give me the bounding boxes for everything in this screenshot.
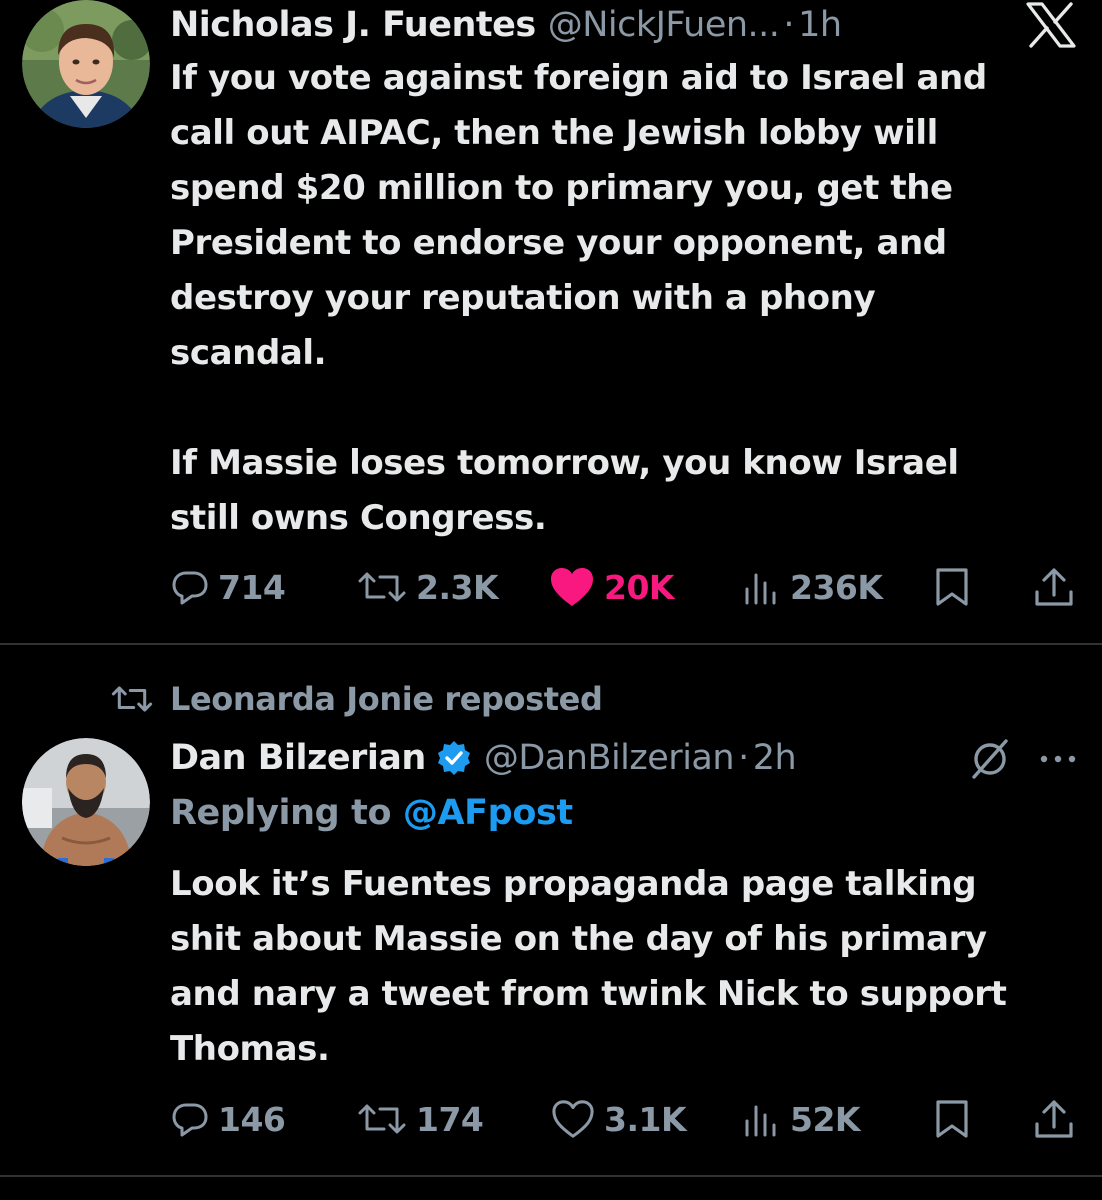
bookmark-icon — [936, 1100, 968, 1138]
tweet-header: Nicholas J. Fuentes @NickJFuen... · 1h — [170, 0, 842, 50]
views-button[interactable]: 52K — [742, 1094, 861, 1144]
reply-button[interactable]: 714 — [170, 562, 286, 612]
text-line: President to endorse your opponent, and — [170, 223, 947, 263]
text-line: If you vote against foreign aid to Israe… — [170, 58, 987, 98]
replying-to-label: Replying to — [170, 793, 392, 833]
text-line: and nary a tweet from twink Nick to supp… — [170, 974, 1007, 1014]
views-count: 52K — [790, 1099, 861, 1139]
reply-button[interactable]: 146 — [170, 1094, 286, 1144]
share-icon — [1035, 1100, 1073, 1138]
tweet-dan-bilzerian[interactable]: Leonarda Jonie reposted Dan Bilzerian @D — [0, 645, 1102, 1177]
heart-icon — [552, 1100, 594, 1138]
bookmark-button[interactable] — [932, 562, 972, 612]
reply-icon — [172, 1103, 208, 1137]
views-icon — [745, 1105, 776, 1137]
author-handle[interactable]: @NickJFuen... — [548, 5, 780, 45]
tweet-time[interactable]: 1h — [798, 5, 842, 45]
text-line: If Massie loses tomorrow, you know Israe… — [170, 443, 959, 483]
views-icon — [745, 573, 776, 605]
verified-badge-icon — [436, 740, 472, 776]
reposted-by: Leonarda Jonie reposted — [170, 680, 603, 718]
author-handle[interactable]: @DanBilzerian — [484, 738, 735, 778]
text-line: shit about Massie on the day of his prim… — [170, 919, 987, 959]
replying-to-mention[interactable]: @AFpost — [403, 793, 573, 833]
views-count: 236K — [790, 567, 883, 607]
tweet-actions: 146 174 3.1K 52K — [0, 1094, 1102, 1144]
text-line: spend $20 million to primary you, get th… — [170, 168, 953, 208]
reply-count: 146 — [218, 1099, 286, 1139]
tweet-text: Look it’s Fuentes propaganda page talkin… — [170, 857, 1080, 1077]
text-line: Thomas. — [170, 1029, 330, 1069]
tweet-text: If you vote against foreign aid to Israe… — [170, 51, 1080, 546]
like-count: 3.1K — [604, 1099, 687, 1139]
like-button[interactable]: 3.1K — [550, 1094, 687, 1144]
separator-dot: · — [783, 5, 795, 45]
replying-to: Replying to @AFpost — [170, 793, 573, 833]
more-icon[interactable] — [1038, 737, 1078, 785]
author-name[interactable]: Dan Bilzerian — [170, 738, 426, 778]
tweet-actions: 714 2.3K 20K 236K — [0, 562, 1102, 612]
share-button[interactable] — [1032, 1094, 1076, 1144]
avatar[interactable] — [22, 738, 150, 866]
share-icon — [1035, 568, 1073, 606]
like-button[interactable]: 20K — [548, 562, 675, 612]
text-line: call out AIPAC, then the Jewish lobby wi… — [170, 113, 938, 153]
text-line: scandal. — [170, 333, 327, 373]
reply-icon — [172, 571, 208, 605]
views-button[interactable]: 236K — [742, 562, 883, 612]
text-line: destroy your reputation with a phony — [170, 278, 876, 318]
text-line: Look it’s Fuentes propaganda page talkin… — [170, 864, 977, 904]
tweet-header: Dan Bilzerian @DanBilzerian · 2h — [170, 733, 797, 783]
author-name[interactable]: Nicholas J. Fuentes — [170, 5, 536, 45]
repost-button[interactable]: 2.3K — [356, 562, 499, 612]
repost-icon — [358, 1104, 406, 1134]
tweet-time[interactable]: 2h — [753, 738, 797, 778]
x-logo-icon — [1026, 2, 1076, 52]
heart-icon — [551, 568, 593, 606]
reply-count: 714 — [218, 567, 286, 607]
repost-icon — [358, 572, 406, 602]
bookmark-icon — [936, 568, 968, 606]
tweet-nicholas-fuentes[interactable]: Nicholas J. Fuentes @NickJFuen... · 1h I… — [0, 0, 1102, 645]
repost-icon — [111, 686, 153, 712]
repost-button[interactable]: 174 — [356, 1094, 484, 1144]
text-line: still owns Congress. — [170, 498, 547, 538]
like-count: 20K — [604, 567, 675, 607]
grok-icon[interactable] — [968, 737, 1012, 785]
separator-dot: · — [738, 738, 749, 778]
bookmark-button[interactable] — [932, 1094, 972, 1144]
share-button[interactable] — [1032, 562, 1076, 612]
repost-context[interactable]: Leonarda Jonie reposted — [110, 677, 603, 721]
repost-count: 2.3K — [416, 567, 499, 607]
avatar[interactable] — [22, 0, 150, 128]
repost-count: 174 — [416, 1099, 484, 1139]
